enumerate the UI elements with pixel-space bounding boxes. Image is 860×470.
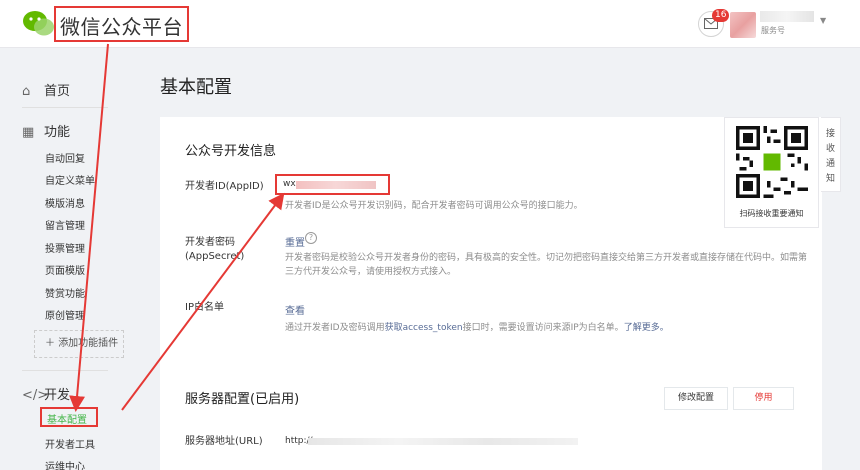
- sidebar-item-label: 首页: [44, 84, 71, 99]
- account-type-label: 服务号: [761, 26, 785, 35]
- page-title: 基本配置: [160, 77, 232, 98]
- add-plugin-label: 添加功能插件: [58, 338, 119, 349]
- unread-badge: 16: [712, 9, 730, 22]
- access-token-link[interactable]: 获取access_token: [385, 323, 463, 333]
- top-header: 微信公众平台 16 服务号 ▼: [0, 0, 860, 48]
- ip-whitelist-description: 通过开发者ID及密码调用获取access_token接口时，需要设置访问来源IP…: [285, 321, 669, 335]
- appid-description: 开发者ID是公众号开发识别码，配合开发者密码可调用公众号的接口能力。: [285, 201, 583, 211]
- sidebar-item-original[interactable]: 原创管理: [45, 307, 85, 322]
- qr-notify-card: 扫码接收重要通知: [724, 117, 819, 228]
- qr-caption: 扫码接收重要通知: [739, 209, 804, 218]
- section-title-dev-info: 公众号开发信息: [185, 144, 277, 159]
- sidebar-group-label: 开发: [44, 388, 71, 403]
- help-icon[interactable]: ?: [305, 232, 317, 244]
- appsecret-label: 开发者密码: [185, 237, 235, 248]
- wechat-logo-icon[interactable]: [22, 9, 56, 39]
- sidebar-item-comments[interactable]: 留言管理: [45, 217, 85, 232]
- sidebar-item-custom-menu[interactable]: 自定义菜单: [45, 172, 95, 187]
- plus-icon: ＋: [45, 338, 59, 349]
- sidebar-group-functions[interactable]: ▦ 功能: [22, 121, 70, 140]
- platform-title[interactable]: 微信公众平台: [60, 11, 183, 40]
- disable-button[interactable]: 停用: [733, 387, 794, 410]
- ip-desc-text: 通过开发者ID及密码调用: [285, 323, 385, 333]
- sidebar-item-template-message[interactable]: 模版消息: [45, 195, 85, 210]
- appid-label: 开发者ID(AppID): [185, 181, 264, 192]
- ip-whitelist-label: IP白名单: [185, 302, 224, 313]
- chevron-down-icon[interactable]: ▼: [820, 16, 826, 25]
- divider: [22, 370, 108, 371]
- section-title-server: 服务器配置(已启用): [185, 392, 300, 407]
- sidebar-item-ops-center[interactable]: 运维中心: [45, 458, 85, 470]
- qr-code-icon: [736, 126, 808, 198]
- sidebar-item-home[interactable]: ⌂ 首页: [22, 80, 70, 99]
- home-icon: ⌂: [22, 84, 31, 99]
- ip-desc-text-2: 接口时，需要设置访问来源IP为白名单。: [462, 323, 624, 333]
- account-avatar[interactable]: [730, 12, 756, 38]
- server-url-redacted: [308, 438, 578, 445]
- appsecret-description-line1: 开发者密码是校验公众号开发者身份的密码，具有极高的安全性。切记勿把密码直接交给第…: [285, 253, 808, 263]
- view-ip-whitelist-link[interactable]: 查看: [285, 302, 305, 317]
- sidebar-item-dev-tools[interactable]: 开发者工具: [45, 436, 95, 451]
- notify-tab-label: 接收通知: [825, 129, 835, 184]
- code-icon: </>: [22, 388, 49, 403]
- grid-icon: ▦: [22, 125, 35, 140]
- modify-config-button[interactable]: 修改配置: [664, 387, 728, 410]
- add-plugin-button[interactable]: ＋ 添加功能插件: [34, 330, 124, 358]
- appsecret-description-line2: 三方代开发公众号，请使用授权方式接入。: [285, 267, 457, 277]
- config-panel: [160, 117, 822, 470]
- appid-value[interactable]: wx: [283, 179, 296, 189]
- reset-secret-link[interactable]: 重置: [285, 234, 305, 249]
- sidebar-item-votes[interactable]: 投票管理: [45, 240, 85, 255]
- server-url-label: 服务器地址(URL): [185, 436, 263, 447]
- divider: [22, 107, 108, 108]
- appsecret-label-sub: (AppSecret): [185, 251, 245, 262]
- receive-notify-tab[interactable]: 接收通知: [821, 117, 841, 192]
- sidebar-item-auto-reply[interactable]: 自动回复: [45, 150, 85, 165]
- sidebar-group-label: 功能: [44, 125, 71, 140]
- sidebar-item-basic-config[interactable]: 基本配置: [47, 411, 87, 426]
- account-name-blurred[interactable]: [760, 11, 814, 22]
- sidebar-item-reward[interactable]: 赞赏功能: [45, 285, 85, 300]
- sidebar-item-page-template[interactable]: 页面模版: [45, 262, 85, 277]
- learn-more-link[interactable]: 了解更多。: [624, 323, 669, 333]
- appid-redacted: [296, 181, 376, 189]
- sidebar-group-develop[interactable]: </>开发: [22, 384, 70, 403]
